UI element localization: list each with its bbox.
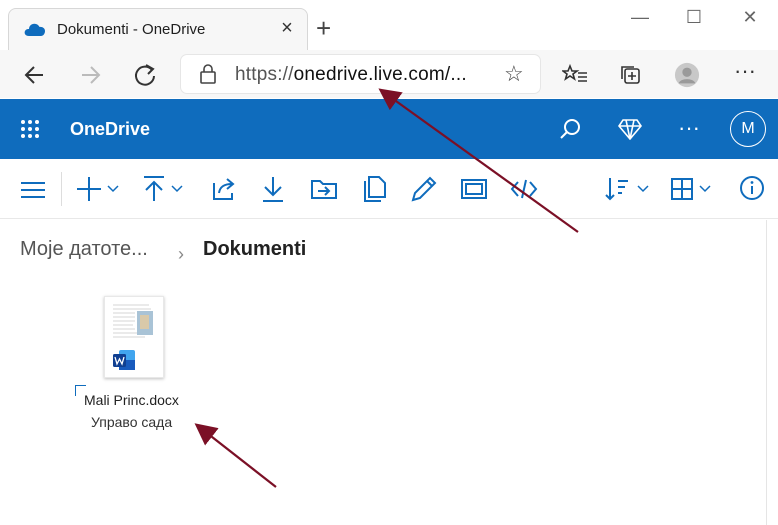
onedrive-header: OneDrive ··· bbox=[0, 99, 778, 159]
app-launcher-icon[interactable] bbox=[20, 119, 40, 139]
file-thumbnail[interactable] bbox=[104, 296, 164, 378]
plus-icon[interactable]: + bbox=[316, 15, 331, 41]
browser-tab[interactable]: Dokumenti - OneDrive × bbox=[8, 8, 308, 51]
upload-icon[interactable] bbox=[142, 175, 190, 203]
url-host: onedrive.live.com/... bbox=[293, 64, 467, 85]
new-icon[interactable] bbox=[75, 175, 123, 203]
close-icon[interactable]: × bbox=[277, 18, 297, 38]
code-icon[interactable] bbox=[510, 175, 538, 203]
hamburger-menu-icon[interactable] bbox=[20, 180, 46, 200]
forward-icon[interactable] bbox=[77, 62, 103, 88]
url-text: https://onedrive.live.com/... bbox=[235, 64, 467, 86]
url-scheme: https:// bbox=[235, 64, 294, 85]
favorites-icon[interactable] bbox=[562, 62, 588, 88]
more-icon[interactable]: ··· bbox=[734, 58, 756, 84]
tab-title: Dokumenti - OneDrive bbox=[57, 21, 206, 38]
chevron-right-icon: › bbox=[178, 244, 184, 264]
profile-icon[interactable] bbox=[674, 62, 700, 88]
copy-to-icon[interactable] bbox=[361, 175, 389, 203]
app-title[interactable]: OneDrive bbox=[70, 119, 150, 140]
pane-divider bbox=[766, 220, 767, 525]
breadcrumb-parent[interactable]: Моје датоте... bbox=[20, 238, 148, 261]
sort-icon[interactable] bbox=[604, 175, 652, 203]
command-bar bbox=[0, 160, 778, 219]
embed-icon[interactable] bbox=[460, 175, 488, 203]
file-name[interactable]: Mali Princ.docx bbox=[84, 392, 179, 408]
maximize-icon[interactable]: ☐ bbox=[674, 7, 714, 31]
minimize-icon[interactable]: — bbox=[620, 7, 660, 31]
rename-icon[interactable] bbox=[410, 175, 438, 203]
avatar[interactable]: M bbox=[730, 111, 766, 147]
divider bbox=[61, 172, 62, 206]
word-icon bbox=[113, 350, 135, 370]
file-modified: Управо сада bbox=[91, 414, 173, 430]
page-title: Dokumenti bbox=[203, 238, 307, 260]
download-icon[interactable] bbox=[259, 175, 287, 203]
info-icon[interactable] bbox=[739, 175, 765, 201]
move-to-icon[interactable] bbox=[310, 175, 338, 203]
refresh-icon[interactable] bbox=[132, 62, 158, 88]
onedrive-cloud-icon bbox=[24, 23, 45, 36]
browser-titlebar: Dokumenti - OneDrive × + — ☐ ✕ bbox=[0, 0, 778, 51]
lock-icon bbox=[200, 64, 216, 84]
window-close-icon[interactable]: ✕ bbox=[730, 7, 770, 31]
back-icon[interactable] bbox=[22, 62, 48, 88]
share-icon[interactable] bbox=[210, 175, 238, 203]
more-options-icon[interactable]: ··· bbox=[678, 115, 700, 141]
star-icon[interactable]: ☆ bbox=[504, 61, 524, 87]
address-bar[interactable]: https://onedrive.live.com/... ☆ bbox=[181, 55, 540, 93]
annotation-arrow-file bbox=[194, 423, 277, 488]
view-options-icon[interactable] bbox=[670, 175, 718, 203]
premium-diamond-icon[interactable] bbox=[618, 118, 642, 140]
collections-icon[interactable] bbox=[618, 62, 644, 88]
search-icon[interactable] bbox=[558, 117, 582, 141]
